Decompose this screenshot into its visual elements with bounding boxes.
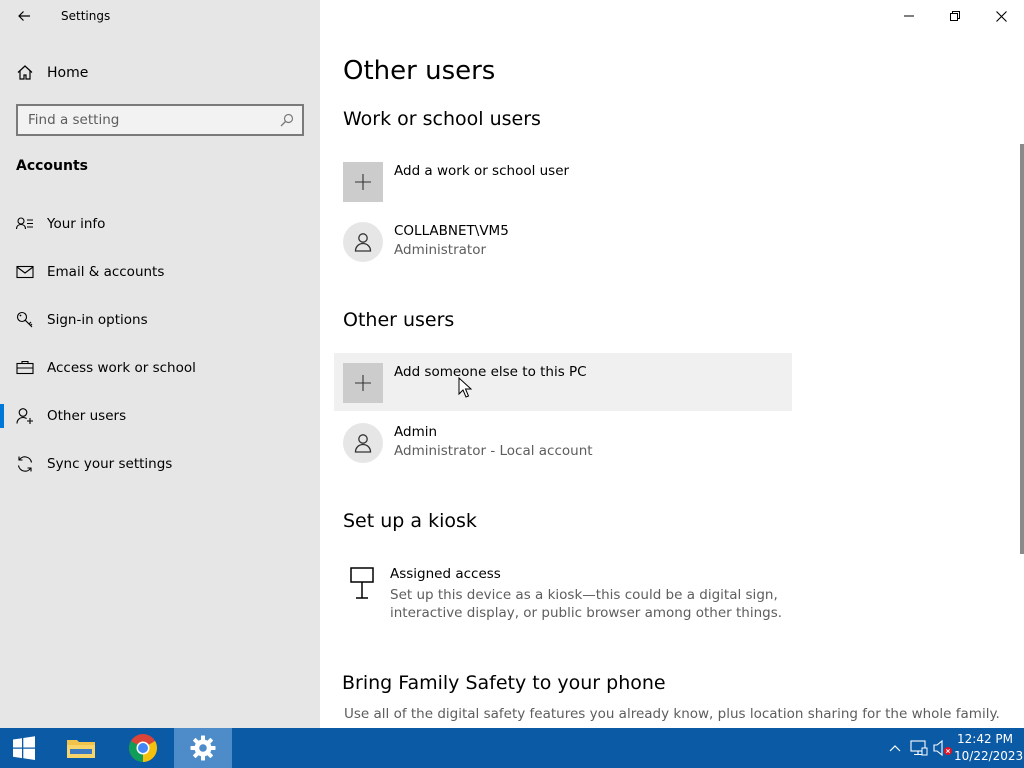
family-safety-heading: Bring Family Safety to your phone [342, 672, 666, 694]
sidebar-item-email-accounts[interactable]: Email & accounts [0, 252, 320, 292]
add-person-icon [16, 408, 33, 424]
user-name: COLLABNET\VM5 [394, 223, 509, 239]
sidebar-item-label: Your info [47, 216, 106, 232]
title-bar-left: Settings [0, 0, 320, 32]
section-label: Accounts [16, 158, 89, 174]
close-icon [995, 10, 1007, 22]
volume-tray-button[interactable] [932, 728, 954, 768]
search-icon [280, 113, 294, 127]
gear-icon [190, 735, 216, 761]
minimize-icon [904, 15, 914, 17]
network-icon [910, 740, 928, 756]
sidebar-item-sign-in-options[interactable]: Sign-in options [0, 300, 320, 340]
sidebar: Settings Home Accounts Your info Email &… [0, 0, 320, 728]
back-button[interactable] [8, 2, 40, 30]
avatar [343, 222, 383, 262]
family-safety-description: Use all of the digital safety features y… [344, 706, 1000, 722]
your-info-icon [16, 217, 33, 230]
user-role: Administrator - Local account [394, 443, 593, 459]
search-box[interactable] [16, 104, 304, 136]
mouse-cursor-icon [458, 377, 472, 398]
app-title: Settings [61, 9, 111, 23]
main-content: Other users Work or school users Add a w… [320, 32, 1024, 728]
sidebar-item-sync-settings[interactable]: Sync your settings [0, 444, 320, 484]
page-title: Other users [343, 56, 496, 86]
sidebar-item-label: Sync your settings [47, 456, 173, 472]
email-icon [16, 265, 34, 279]
add-someone-else-button[interactable]: Add someone else to this PC [334, 353, 792, 411]
sidebar-item-label: Email & accounts [47, 264, 165, 280]
person-icon [354, 233, 372, 252]
show-hidden-icons-button[interactable] [884, 728, 906, 768]
sidebar-item-label: Access work or school [47, 360, 196, 376]
key-icon [16, 311, 33, 328]
person-icon [354, 434, 372, 453]
sidebar-item-label: Other users [47, 408, 127, 424]
restore-button[interactable] [932, 0, 978, 32]
add-work-school-user-label: Add a work or school user [394, 163, 570, 179]
user-account-collabnet[interactable]: COLLABNET\VM5 Administrator [334, 212, 792, 270]
assigned-access-title: Assigned access [390, 566, 501, 582]
home-icon [17, 65, 33, 80]
avatar [343, 423, 383, 463]
chrome-button[interactable] [114, 728, 172, 768]
restore-icon [950, 11, 960, 21]
back-arrow-icon [18, 11, 30, 21]
sidebar-item-your-info[interactable]: Your info [0, 204, 320, 244]
clock-time: 12:42 PM [957, 732, 1013, 746]
kiosk-icon [350, 567, 374, 599]
minimize-button[interactable] [886, 0, 932, 32]
sidebar-item-other-users[interactable]: Other users [0, 396, 320, 436]
user-account-admin[interactable]: Admin Administrator - Local account [334, 413, 792, 471]
plus-icon [355, 375, 371, 391]
volume-muted-icon [933, 740, 952, 756]
work-school-heading: Work or school users [343, 108, 541, 130]
sidebar-item-label: Sign-in options [47, 312, 148, 328]
kiosk-heading: Set up a kiosk [343, 510, 477, 532]
user-role: Administrator [394, 242, 487, 258]
network-tray-button[interactable] [908, 728, 930, 768]
assigned-access-description: Set up this device as a kiosk—this could… [390, 587, 783, 621]
other-users-heading: Other users [343, 309, 455, 331]
sync-icon [17, 456, 33, 472]
settings-taskbar-button[interactable] [174, 728, 232, 768]
windows-logo-icon [13, 736, 35, 760]
selection-indicator [0, 404, 4, 428]
clock-date: 10/22/2023 [954, 749, 1024, 763]
close-button[interactable] [978, 0, 1024, 32]
chrome-icon [129, 734, 157, 762]
sidebar-item-access-work-school[interactable]: Access work or school [0, 348, 320, 388]
sidebar-item-label: Home [47, 65, 89, 81]
briefcase-icon [16, 360, 34, 375]
chevron-up-icon [889, 745, 901, 752]
start-button[interactable] [0, 728, 48, 768]
sidebar-item-home[interactable]: Home [0, 56, 320, 90]
user-name: Admin [394, 424, 438, 440]
clock[interactable]: 12:42 PM 10/22/2023 [954, 731, 1024, 765]
file-explorer-icon [67, 740, 95, 758]
add-tile [343, 162, 383, 202]
add-someone-else-label: Add someone else to this PC [394, 364, 587, 380]
taskbar: 12:42 PM 10/22/2023 [0, 728, 1024, 768]
scrollbar[interactable] [1020, 144, 1024, 554]
plus-icon [355, 174, 371, 190]
search-input[interactable] [18, 106, 268, 134]
add-tile [343, 363, 383, 403]
file-explorer-button[interactable] [52, 728, 110, 768]
add-work-school-user-button[interactable]: Add a work or school user [334, 152, 792, 210]
